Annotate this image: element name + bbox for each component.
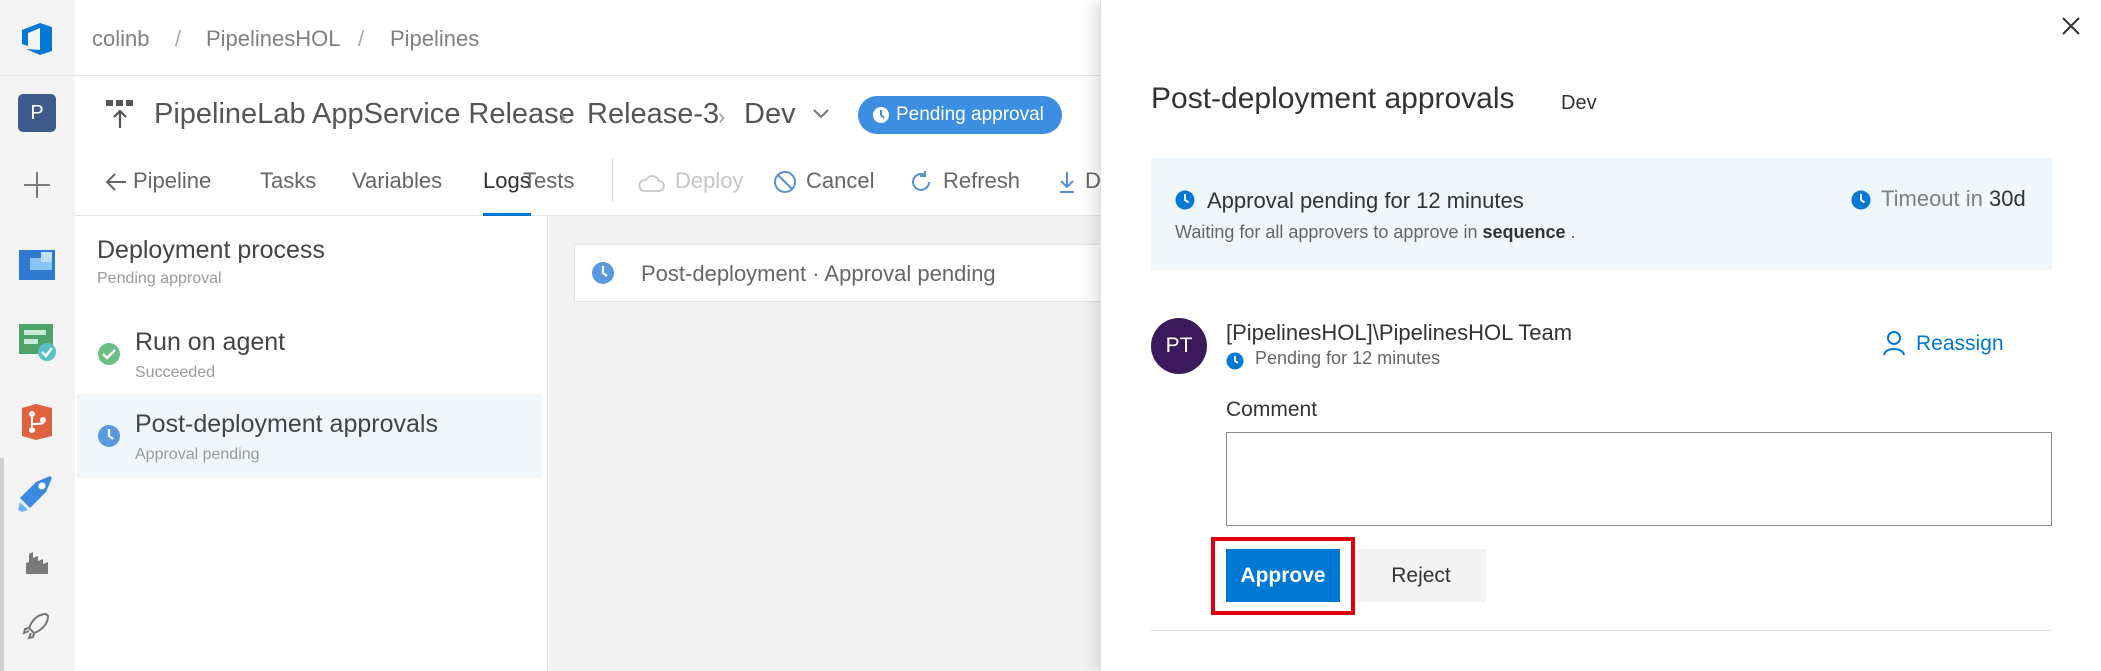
cancel-button[interactable]: Cancel [806, 168, 874, 194]
clock-icon [1851, 190, 1871, 210]
rail-divider [0, 75, 75, 76]
clock-icon [1226, 352, 1244, 370]
azure-devops-logo-icon[interactable] [18, 20, 56, 58]
step-status: Approval pending [135, 446, 260, 463]
arrow-left-icon[interactable] [105, 172, 127, 192]
breadcrumb: colinb / PipelinesHOL / Pipelines [75, 0, 1100, 76]
breadcrumb-separator: / [358, 26, 365, 51]
breadcrumb-org[interactable]: colinb [92, 26, 149, 52]
toolbar-divider [612, 158, 613, 202]
stage-card[interactable]: Post-deployment · Approval pending [574, 244, 1114, 302]
tab-tasks[interactable]: Tasks [260, 168, 316, 194]
reassign-button[interactable]: Reassign [1883, 331, 2004, 356]
waiting-mode: sequence [1482, 222, 1566, 242]
close-icon[interactable] [2057, 12, 2085, 40]
deployment-process-list: Deployment process Pending approval Run … [75, 216, 548, 671]
comment-label: Comment [1226, 398, 1318, 421]
approval-status-box: Approval pending for 12 minutes Waiting … [1151, 158, 2052, 270]
step-name: Post-deployment approvals [135, 410, 438, 438]
reject-button[interactable]: Reject [1356, 549, 1486, 602]
left-nav-rail: P [0, 0, 75, 671]
rocket-icon[interactable] [16, 604, 58, 646]
approver-status: Pending for 12 minutes [1255, 348, 1441, 368]
process-subtitle: Pending approval [97, 270, 222, 287]
chevron-right-icon: › [559, 104, 567, 129]
step-status: Succeeded [135, 364, 216, 381]
plus-icon[interactable] [18, 166, 56, 204]
repos-icon[interactable] [16, 400, 58, 442]
approvals-panel: Post-deployment approvals Dev Approval p… [1100, 0, 2101, 671]
approve-button[interactable]: Approve [1226, 549, 1340, 602]
release-tabs: Pipeline Tasks Variables Logs Tests Depl… [75, 146, 1101, 216]
step-post-deployment-approvals[interactable]: Post-deployment approvals Approval pendi… [77, 394, 542, 478]
panel-environment: Dev [1561, 92, 1597, 114]
waiting-suffix: . [1570, 222, 1576, 242]
chevron-down-icon[interactable] [812, 108, 830, 120]
approval-status-text: Approval pending for 12 minutes [1207, 188, 1524, 213]
release-header: PipelineLab AppService Release › Release… [75, 76, 1100, 146]
approver-name: [PipelinesHOL]\PipelinesHOL Team [1226, 320, 1573, 345]
status-badge: Pending approval [858, 96, 1062, 134]
clock-icon [98, 425, 120, 447]
person-icon [1883, 331, 1905, 356]
rail-active-indicator [0, 458, 4, 671]
avatar: PT [1151, 318, 1207, 374]
deploy-button[interactable]: Deploy [675, 168, 743, 194]
refresh-button[interactable]: Refresh [943, 168, 1020, 194]
breadcrumb-section[interactable]: Pipelines [390, 26, 479, 52]
comment-field[interactable] [1226, 432, 2052, 526]
environment-dropdown[interactable]: Dev [744, 98, 796, 131]
status-badge-label: Pending approval [896, 104, 1044, 125]
download-logs-button[interactable]: D [1085, 168, 1101, 194]
refresh-icon [912, 171, 930, 191]
artifacts-icon[interactable] [16, 540, 58, 582]
breadcrumb-separator: / [175, 26, 182, 51]
waiting-text: Waiting for all approvers to approve in … [1175, 222, 1576, 243]
stage-card-text: Post-deployment · Approval pending [641, 261, 996, 286]
tab-variables[interactable]: Variables [352, 168, 442, 194]
panel-divider [1151, 630, 2052, 631]
project-avatar[interactable]: P [18, 94, 56, 132]
download-icon [1060, 172, 1074, 193]
process-title: Deployment process [97, 236, 325, 264]
check-circle-icon [98, 343, 120, 365]
clock-icon [592, 262, 614, 284]
timeout-label: Timeout in 30d [1881, 186, 2026, 212]
release-name-link[interactable]: Release-3 [587, 98, 719, 131]
tab-tests[interactable]: Tests [523, 168, 574, 194]
test-plans-icon[interactable] [16, 320, 58, 362]
log-canvas: Post-deployment · Approval pending [549, 216, 1114, 671]
step-name: Run on agent [135, 328, 286, 356]
panel-title: Post-deployment approvals [1151, 82, 1515, 115]
clock-icon [1175, 190, 1195, 210]
breadcrumb-project[interactable]: PipelinesHOL [206, 26, 341, 52]
timeout-value: 30d [1989, 186, 2026, 211]
clock-icon [873, 107, 889, 123]
tab-pipeline[interactable]: Pipeline [133, 168, 211, 194]
timeout-label-text: Timeout in [1881, 186, 1983, 211]
boards-icon[interactable] [16, 244, 58, 286]
pipelines-icon[interactable] [16, 472, 58, 514]
reassign-label: Reassign [1916, 332, 2004, 355]
cloud-icon [638, 175, 665, 192]
pipeline-name-link[interactable]: PipelineLab AppService Release [154, 98, 575, 131]
release-pipeline-icon [106, 100, 133, 128]
chevron-right-icon: › [718, 104, 726, 129]
waiting-prefix: Waiting for all approvers to approve in [1175, 222, 1478, 242]
cancel-icon [774, 171, 796, 193]
step-run-on-agent[interactable]: Run on agent Succeeded [77, 312, 542, 396]
